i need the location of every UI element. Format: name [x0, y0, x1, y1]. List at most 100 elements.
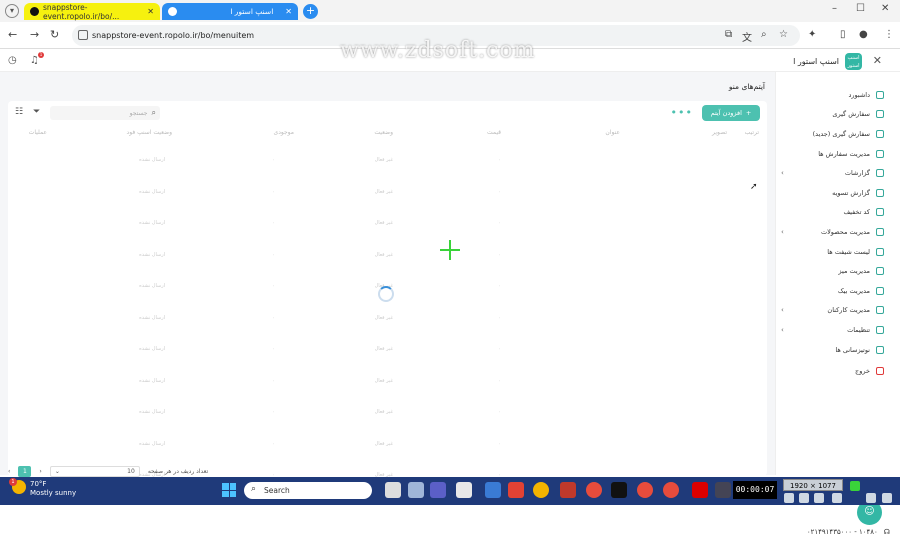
status-cell: غیر فعال: [374, 251, 393, 258]
column-header-order[interactable]: ترتیب: [745, 129, 759, 136]
sidebar-item-label: سفارش گیری (جدید): [812, 129, 870, 138]
sidebar: داشبورد سفارش گیری سفارش گیری (جدید) مدیریت…: [775, 72, 900, 536]
report-icon: [876, 169, 884, 178]
task-view-icon[interactable]: [385, 482, 401, 498]
column-header-image[interactable]: تصویر: [712, 129, 727, 136]
extensions-icon[interactable]: ✦: [808, 29, 816, 40]
table-row[interactable]: ۰ غیر فعال ۰ ارسال نشده: [8, 252, 767, 262]
column-header-title[interactable]: عنوان: [605, 129, 620, 136]
sidebar-item[interactable]: مدیریت بیک: [784, 281, 884, 301]
stop-icon[interactable]: [692, 482, 708, 498]
status-cell: غیر فعال: [374, 314, 393, 321]
table-row[interactable]: ۰ غیر فعال ۰ ارسال نشده: [8, 441, 767, 451]
logout-button[interactable]: خروج: [784, 361, 884, 381]
profile-avatar-icon[interactable]: ●: [859, 29, 868, 40]
page-button-current[interactable]: 1: [18, 465, 32, 477]
columns-icon[interactable]: ☷: [15, 107, 23, 117]
bookmark-star-icon[interactable]: ☆: [779, 29, 788, 40]
search-input[interactable]: جستجو ⌕: [50, 106, 160, 120]
sidebar-item[interactable]: گزارش تسویه: [784, 183, 884, 203]
record-alt-icon[interactable]: [663, 482, 679, 498]
sidebar-item[interactable]: کد تخفیف: [784, 203, 884, 223]
table-row[interactable]: ۰ غیر فعال ۰ ارسال نشده: [8, 346, 767, 356]
prev-page-icon[interactable]: ‹: [8, 468, 10, 475]
table-row[interactable]: ۰ غیر فعال ۰ ارسال نشده: [8, 378, 767, 388]
camera-icon[interactable]: [715, 482, 731, 498]
column-header-actions[interactable]: عملیات: [29, 129, 47, 136]
close-sidebar-icon[interactable]: ✕: [873, 54, 882, 67]
install-app-icon[interactable]: ⧉: [725, 29, 732, 40]
stock-cell: ۰: [272, 409, 275, 415]
sidebar-item[interactable]: مدیریت سفارش ها: [784, 144, 884, 164]
snipping-tool-icon[interactable]: [456, 482, 472, 498]
sidebar-item[interactable]: سفارش گیری (جدید): [784, 124, 884, 144]
close-tab-icon[interactable]: ✕: [147, 7, 154, 16]
side-panel-icon[interactable]: ▯: [840, 29, 846, 40]
sidebar-item[interactable]: ‹ مدیریت کارکنان: [781, 301, 884, 321]
stock-cell: ۰: [272, 377, 275, 384]
sun-icon: 1: [9, 478, 26, 494]
column-header-stock[interactable]: موجودی: [274, 129, 295, 136]
tab-search-icon[interactable]: ▾: [5, 4, 19, 18]
tray-icon[interactable]: [832, 493, 842, 503]
translate-icon[interactable]: 文: [742, 29, 752, 44]
next-page-icon[interactable]: ›: [39, 468, 41, 475]
close-window-icon[interactable]: ✕: [881, 3, 889, 14]
table-row[interactable]: ۰ غیر فعال ۰ ارسال نشده: [8, 157, 767, 167]
column-header-status[interactable]: وضعیت: [374, 129, 393, 136]
more-menu-icon[interactable]: ⋮: [884, 29, 894, 40]
chrome-icon[interactable]: [533, 482, 549, 498]
app-grid-icon[interactable]: [560, 482, 576, 498]
browser-tab[interactable]: اسنپ استور ا ✕: [162, 3, 298, 20]
sidebar-item[interactable]: سفارش گیری: [784, 105, 884, 125]
back-icon[interactable]: ←: [8, 28, 17, 41]
forward-icon[interactable]: →: [30, 28, 39, 41]
sidebar-item-label: داشبورد: [848, 90, 871, 99]
zoom-icon[interactable]: ⌕: [761, 29, 767, 40]
filter-icon[interactable]: ⏷: [33, 107, 40, 117]
table-row[interactable]: ۰ غیر فعال ۰ ارسال نشده: [8, 189, 767, 199]
anydesk-icon[interactable]: [508, 482, 524, 498]
desktop-icon[interactable]: [408, 482, 424, 498]
history-icon[interactable]: ◷: [8, 55, 17, 66]
tray-icon[interactable]: [784, 493, 794, 503]
recorder-icon[interactable]: [586, 482, 602, 498]
close-tab-icon[interactable]: ✕: [285, 7, 292, 16]
taskbar-search[interactable]: Search: [244, 482, 372, 499]
teams-icon[interactable]: [430, 482, 446, 498]
rows-per-page-select[interactable]: ⌄ 10: [49, 465, 140, 477]
skype-icon[interactable]: [485, 482, 501, 498]
d-app-icon[interactable]: [611, 482, 627, 498]
new-tab-button[interactable]: +: [303, 4, 318, 19]
table-row[interactable]: ۰ غیر فعال ۰ ارسال نشده: [8, 220, 767, 230]
browser-tab-active[interactable]: snappstore-event.ropolo.ir/bo/... ✕: [24, 3, 160, 21]
tray-icon[interactable]: [866, 493, 876, 503]
table-row[interactable]: ۰ غیر فعال ۰ ارسال نشده: [8, 315, 767, 325]
settings-icon[interactable]: [882, 493, 892, 503]
sidebar-item[interactable]: داشبورد: [784, 85, 884, 105]
tray-icon[interactable]: [814, 493, 824, 503]
column-header-price[interactable]: قیمت: [487, 129, 501, 136]
add-item-button[interactable]: افزودن آیتم +: [702, 105, 760, 121]
windows-start-icon[interactable]: [222, 483, 236, 497]
more-options-icon[interactable]: •••: [671, 106, 693, 119]
sidebar-item[interactable]: ‹ تنظیمات: [781, 320, 884, 340]
snappfood-status-cell: ارسال نشده: [139, 220, 165, 226]
site-info-icon[interactable]: [78, 30, 88, 40]
tray-icon[interactable]: [799, 493, 809, 503]
sidebar-item-label: مدیریت محصولات: [820, 227, 870, 236]
sidebar-item[interactable]: لیست شیفت ها: [784, 242, 884, 262]
sidebar-item[interactable]: نوتیزسانی ها: [784, 340, 884, 360]
browser-tab-strip: ▾ snappstore-event.ropolo.ir/bo/... ✕ اس…: [0, 0, 900, 22]
minimize-icon[interactable]: –: [832, 3, 837, 14]
table-row[interactable]: ۰ غیر فعال ۰ ارسال نشده: [8, 409, 767, 419]
sidebar-item[interactable]: ‹ گزارشات: [781, 163, 884, 183]
reload-icon[interactable]: ↻: [50, 28, 59, 41]
record-icon[interactable]: [637, 482, 653, 498]
tray-icon[interactable]: [850, 481, 860, 491]
maximize-icon[interactable]: ☐: [856, 3, 865, 14]
sidebar-item[interactable]: مدیریت میز: [784, 261, 884, 281]
weather-widget[interactable]: 1 70°F Mostly sunny: [9, 478, 76, 498]
column-header-snappfood-status[interactable]: وضعیت اسنپ فود: [127, 129, 172, 136]
sidebar-item[interactable]: ‹ مدیریت محصولات: [781, 222, 884, 242]
